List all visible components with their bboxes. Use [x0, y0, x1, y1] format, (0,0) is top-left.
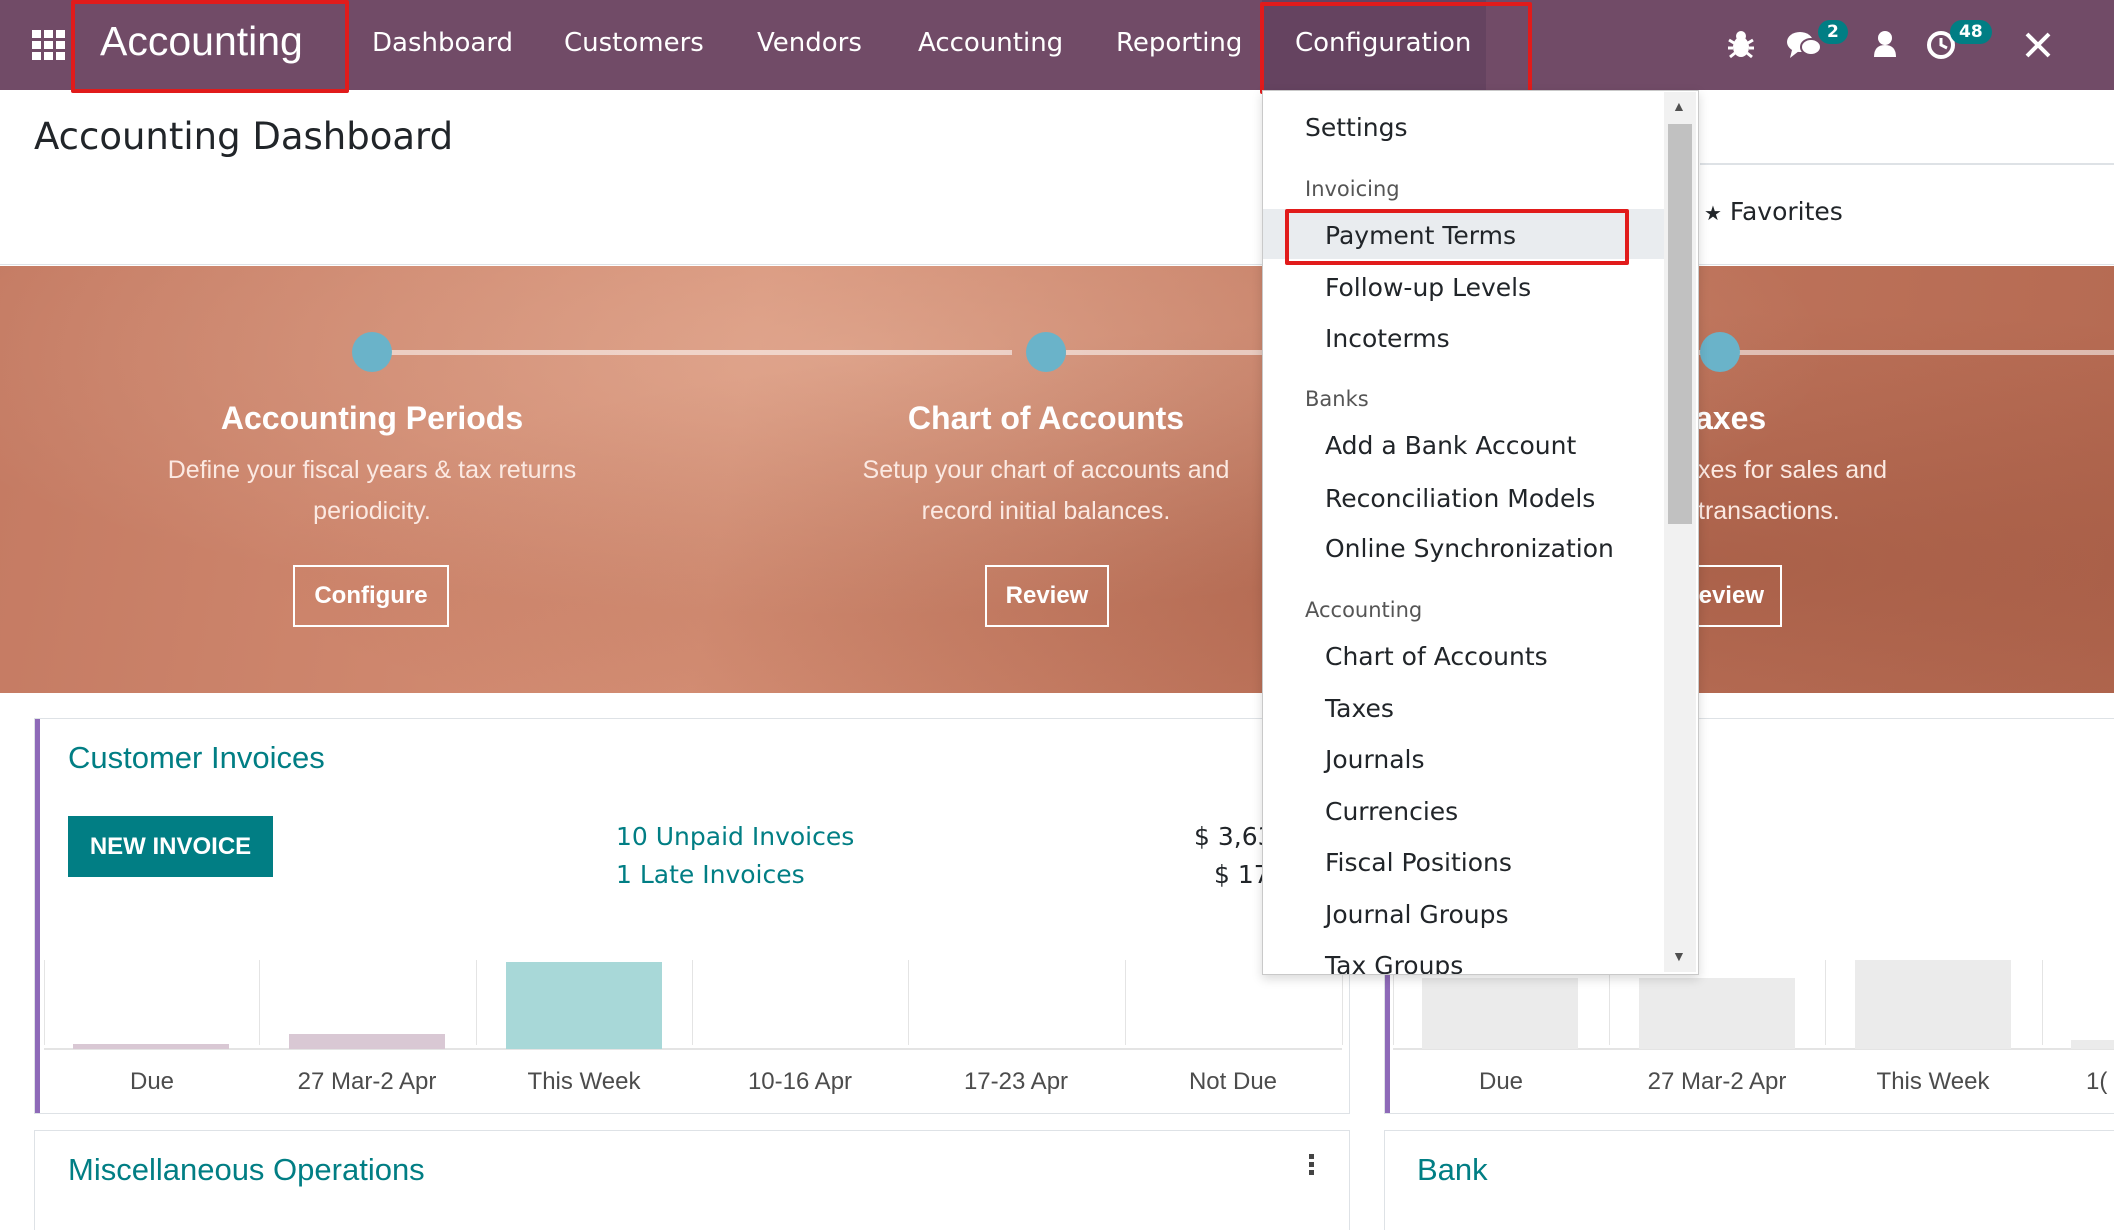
nav-dashboard[interactable]: Dashboard — [372, 28, 513, 58]
step-description: xes for sales and transactions. — [1698, 450, 2098, 532]
graph-label: 1( — [2086, 1068, 2108, 1095]
dropdown-scroll-thumb[interactable] — [1668, 124, 1692, 524]
vendor-graph-bar[interactable] — [2071, 1040, 2114, 1049]
highlight-box-brand — [71, 0, 349, 93]
bank-card — [1384, 1130, 2114, 1230]
step-connector-line — [372, 350, 1012, 355]
step-desc-line: periodicity. — [313, 497, 431, 525]
step-desc-line: record initial balances. — [921, 497, 1171, 525]
vendor-graph-bar[interactable] — [1422, 978, 1578, 1049]
messages-count-badge: 2 — [1818, 20, 1848, 44]
graph-gridline — [476, 960, 477, 1045]
nav-reporting[interactable]: Reporting — [1116, 28, 1242, 58]
graph-label: 10-16 Apr — [747, 1068, 853, 1095]
control-panel-divider — [0, 264, 2114, 265]
card-accent — [35, 719, 40, 1113]
graph-label: This Week — [527, 1068, 641, 1095]
close-tools-icon[interactable] — [2023, 30, 2053, 68]
menu-item-follow-up-levels[interactable]: Follow-up Levels — [1325, 273, 1698, 302]
graph-label: 27 Mar-2 Apr — [1647, 1068, 1787, 1095]
step-dot — [1700, 332, 1740, 372]
messages-icon[interactable] — [1786, 30, 1822, 68]
graph-gridline — [1825, 960, 1826, 1045]
review-button[interactable]: Review — [985, 565, 1109, 627]
menu-section-accounting: Accounting — [1305, 598, 1423, 622]
graph-label: Not Due — [1188, 1068, 1278, 1095]
menu-item-add-bank-account[interactable]: Add a Bank Account — [1325, 431, 1698, 460]
vendor-graph-bar[interactable] — [1639, 978, 1795, 1049]
graph-bar-this-week[interactable] — [506, 962, 662, 1049]
scroll-up-arrow-icon[interactable]: ▲ — [1672, 98, 1686, 114]
menu-item-fiscal-positions[interactable]: Fiscal Positions — [1325, 848, 1698, 877]
onboarding-banner: Accounting Periods Define your fiscal ye… — [0, 266, 2114, 693]
step-title-accounting-periods: Accounting Periods — [220, 400, 524, 436]
menu-item-chart-of-accounts[interactable]: Chart of Accounts — [1325, 642, 1698, 671]
step-description: Setup your chart of accounts and record … — [766, 450, 1326, 532]
graph-label: Due — [129, 1068, 175, 1095]
menu-item-settings[interactable]: Settings — [1305, 113, 1698, 142]
menu-item-incoterms[interactable]: Incoterms — [1325, 324, 1698, 353]
debug-bug-icon[interactable] — [1726, 28, 1756, 68]
bank-title[interactable]: Bank — [1417, 1152, 1488, 1188]
step-dot — [352, 332, 392, 372]
activities-count-badge: 48 — [1950, 20, 1992, 44]
graph-gridline — [2042, 960, 2043, 1045]
search-bar-border — [1700, 163, 2114, 165]
nav-accounting[interactable]: Accounting — [918, 28, 1063, 58]
page-title: Accounting Dashboard — [34, 115, 454, 158]
highlight-box-payment-terms — [1285, 209, 1629, 265]
nav-customers[interactable]: Customers — [564, 28, 704, 58]
step-desc-line: transactions. — [1698, 497, 1840, 525]
favorites-label: Favorites — [1729, 197, 1843, 226]
step-desc-line: Setup your chart of accounts and — [862, 456, 1230, 484]
late-invoices-link[interactable]: 1 Late Invoices — [616, 860, 805, 889]
graph-label: Due — [1478, 1068, 1524, 1095]
graph-label: This Week — [1876, 1068, 1990, 1095]
app-switcher-icon[interactable] — [32, 30, 68, 60]
favorites-filter[interactable]: ★ Favorites — [1704, 197, 1843, 226]
new-invoice-button[interactable]: NEW INVOICE — [68, 816, 273, 877]
step-title-chart-of-accounts: Chart of Accounts — [907, 400, 1185, 436]
configure-button[interactable]: Configure — [293, 565, 449, 627]
graph-gridline — [908, 960, 909, 1045]
graph-baseline — [44, 1048, 1342, 1050]
customer-invoices-title[interactable]: Customer Invoices — [68, 740, 325, 776]
graph-gridline — [259, 960, 260, 1045]
step-desc-line: xes for sales and — [1698, 456, 1887, 484]
vendor-graph-bar[interactable] — [1855, 960, 2011, 1049]
scroll-down-arrow-icon[interactable]: ▼ — [1672, 948, 1686, 964]
menu-item-online-synchronization[interactable]: Online Synchronization — [1325, 534, 1698, 563]
misc-operations-title[interactable]: Miscellaneous Operations — [68, 1152, 425, 1188]
graph-bar-27mar[interactable] — [289, 1034, 445, 1049]
graph-gridline — [44, 960, 45, 1045]
menu-item-currencies[interactable]: Currencies — [1325, 797, 1698, 826]
graph-gridline — [1125, 960, 1126, 1045]
user-avatar-icon[interactable] — [1873, 30, 1897, 66]
menu-item-journal-groups[interactable]: Journal Groups — [1325, 900, 1698, 929]
step-title-taxes: axes — [1695, 400, 1767, 436]
app-root: Accounting Dashboard Customers Vendors A… — [0, 0, 2114, 1230]
step-description: Define your fiscal years & tax returns p… — [92, 450, 652, 532]
menu-section-invoicing: Invoicing — [1305, 177, 1400, 201]
customer-invoices-card — [34, 718, 1350, 1114]
menu-section-banks: Banks — [1305, 387, 1369, 411]
step-dot — [1026, 332, 1066, 372]
menu-item-tax-groups[interactable]: Tax Groups — [1325, 951, 1698, 974]
menu-item-taxes[interactable]: Taxes — [1325, 694, 1698, 723]
graph-gridline — [692, 960, 693, 1045]
more-options-icon[interactable] — [1309, 1154, 1315, 1178]
graph-label: 27 Mar-2 Apr — [297, 1068, 437, 1095]
highlight-box-configuration — [1260, 2, 1532, 94]
menu-item-journals[interactable]: Journals — [1325, 745, 1698, 774]
menu-item-reconciliation-models[interactable]: Reconciliation Models — [1325, 484, 1698, 513]
graph-label: 17-23 Apr — [963, 1068, 1069, 1095]
graph-bar-due[interactable] — [73, 1044, 229, 1049]
step-desc-line: Define your fiscal years & tax returns — [167, 456, 577, 484]
star-icon: ★ — [1704, 201, 1722, 225]
nav-vendors[interactable]: Vendors — [757, 28, 862, 58]
unpaid-invoices-link[interactable]: 10 Unpaid Invoices — [616, 822, 854, 851]
